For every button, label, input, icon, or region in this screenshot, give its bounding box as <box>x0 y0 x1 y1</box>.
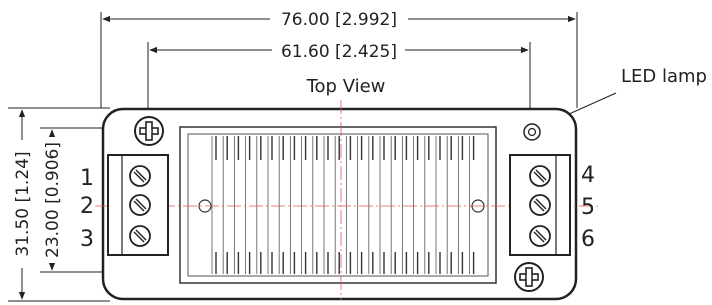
left-pin-labels: 1 2 3 <box>80 166 94 252</box>
drawing-canvas: 76.00 [2.992] 61.60 [2.425] Top View LED… <box>0 0 712 305</box>
left-terminal-screw <box>129 165 151 187</box>
terminal-height-label: 23.00 [0.906] <box>43 142 63 258</box>
top-view-drawing: 76.00 [2.992] 61.60 [2.425] Top View LED… <box>8 10 707 302</box>
hole-spacing-label: 61.60 [2.425] <box>281 42 397 62</box>
right-terminal-screw <box>529 194 551 216</box>
screw-top-left <box>134 116 164 146</box>
led-lamp <box>523 123 541 141</box>
left-terminal-screw <box>129 194 151 216</box>
right-terminal-block <box>509 154 571 256</box>
screw-bottom-right <box>514 262 544 292</box>
pin-label-3: 3 <box>80 227 94 252</box>
pin-label-2: 2 <box>80 194 94 219</box>
pin-label-4: 4 <box>581 163 595 188</box>
right-pin-labels: 4 5 6 <box>581 163 595 252</box>
left-terminal-block <box>107 154 169 256</box>
right-terminal-screw <box>529 225 551 247</box>
led-label: LED lamp <box>621 66 707 87</box>
pin-label-5: 5 <box>581 195 595 220</box>
pin-label-1: 1 <box>80 166 94 191</box>
view-label: Top View <box>306 76 386 97</box>
overall-width-label: 76.00 [2.992] <box>281 10 397 30</box>
pin-label-6: 6 <box>581 227 595 252</box>
right-terminal-screw <box>529 165 551 187</box>
overall-height-label: 31.50 [1.24] <box>13 151 33 256</box>
left-terminal-screw <box>129 225 151 247</box>
